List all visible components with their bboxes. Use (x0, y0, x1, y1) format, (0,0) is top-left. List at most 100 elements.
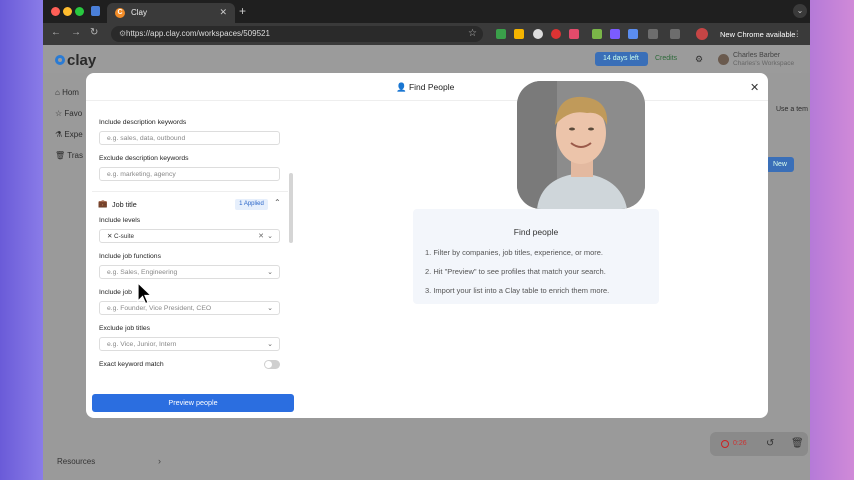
include-job-titles-select[interactable]: e.g. Founder, Vice President, CEO ⌄ (99, 301, 280, 315)
new-button[interactable]: New (766, 157, 794, 172)
new-tab-button[interactable]: + (239, 4, 246, 18)
more-menu-icon[interactable]: ⋮ (794, 29, 802, 38)
back-arrow-icon[interactable]: ← (51, 27, 61, 38)
extension-sheets-icon[interactable] (496, 29, 506, 39)
close-icon[interactable]: ✕ (750, 81, 759, 94)
modal-title-text: Find People (408, 82, 455, 92)
profile-avatar-icon[interactable] (696, 28, 708, 40)
flask-icon: ⚗ (55, 130, 63, 139)
include-job-functions-select[interactable]: e.g. Sales, Engineering ⌄ (99, 265, 280, 279)
chevron-right-icon[interactable]: › (158, 456, 161, 466)
sidebar-item-trash[interactable]: 🗑 Tras (55, 151, 83, 160)
credits-label: Credits (655, 55, 678, 62)
extension-purple-icon[interactable] (610, 29, 620, 39)
recording-time: 0:26 (733, 440, 747, 447)
app-header: clay 14 days left Credits ⚙ Charles Barb… (43, 45, 810, 73)
clear-icon[interactable]: ✕ (258, 232, 264, 240)
sidebar-toggle-icon[interactable] (670, 29, 680, 39)
exclude-description-label: Exclude description keywords (99, 155, 189, 162)
sidebar-item-favorites[interactable]: ☆ Favo (55, 109, 82, 118)
applied-badge: 1 Applied (235, 199, 268, 210)
user-name: Charles Barber (733, 52, 781, 59)
level-tag-label: C-suite (114, 233, 134, 240)
remove-tag-icon[interactable]: ✕ (107, 233, 112, 240)
credits-button[interactable]: Credits (655, 55, 677, 62)
user-avatar[interactable] (718, 54, 729, 65)
extension-pink-icon[interactable] (569, 29, 579, 39)
chrome-update-button[interactable]: New Chrome available ⋮ (713, 27, 803, 41)
mouse-cursor-icon (137, 281, 153, 311)
recording-controls: 0:26 ↺ 🗑 (710, 432, 808, 456)
extension-green-icon[interactable] (592, 29, 602, 39)
settings-gear-icon[interactable]: ⚙ (695, 54, 703, 65)
exact-keyword-match-toggle[interactable] (264, 360, 280, 369)
briefcase-icon: 💼 (98, 199, 108, 208)
instructions-title: Find people (513, 227, 559, 237)
section-divider (92, 191, 288, 192)
clay-logo-icon (55, 55, 65, 65)
tab-search-chevron-icon[interactable]: ⌄ (793, 4, 807, 18)
tab-strip: C Clay ✕ + ⌄ (43, 0, 810, 23)
resources-link[interactable]: Resources (57, 457, 95, 466)
maximize-window-button[interactable] (75, 7, 84, 16)
instructions-card: Find people 1. Filter by companies, job … (413, 209, 659, 304)
level-tag[interactable]: ✕ C-suite (107, 233, 134, 240)
include-description-input[interactable]: e.g. sales, data, outbound (99, 131, 280, 145)
sidebar-item-label: Tras (67, 151, 83, 160)
chevron-down-icon[interactable]: ⌄ (267, 304, 273, 312)
exclude-job-titles-placeholder: e.g. Vice, Junior, Intern (107, 341, 177, 348)
trial-badge[interactable]: 14 days left (595, 52, 648, 66)
exclude-description-placeholder: e.g. marketing, agency (107, 171, 176, 178)
find-people-modal: 👤 Find People ✕ Include description keyw… (86, 73, 768, 418)
restart-icon[interactable]: ↺ (766, 438, 774, 449)
include-levels-select[interactable]: ✕ C-suite ✕ ⌄ (99, 229, 280, 243)
job-title-section-label: Job title (112, 200, 137, 209)
delete-icon[interactable]: 🗑 (791, 438, 804, 449)
stop-recording-icon[interactable] (721, 440, 729, 448)
exclude-job-titles-select[interactable]: e.g. Vice, Junior, Intern ⌄ (99, 337, 280, 351)
user-workspace: Charles's Workspace (733, 60, 795, 67)
instruction-step: 2. Hit "Preview" to see profiles that ma… (425, 267, 606, 276)
chevron-down-icon[interactable]: ⌄ (267, 268, 273, 276)
instruction-step: 3. Import your list into a Clay table to… (425, 286, 610, 295)
minimize-window-button[interactable] (63, 7, 72, 16)
bookmark-star-icon[interactable]: ☆ (468, 28, 477, 39)
home-icon: ⌂ (55, 88, 60, 97)
close-window-button[interactable] (51, 7, 60, 16)
filters-scrollbar[interactable] (289, 173, 293, 243)
include-description-placeholder: e.g. sales, data, outbound (107, 135, 186, 142)
clay-logo[interactable]: clay (55, 52, 96, 69)
include-levels-label: Include levels (99, 217, 141, 224)
include-description-label: Include description keywords (99, 119, 187, 126)
extension-record-icon[interactable] (551, 29, 561, 39)
chevron-up-icon[interactable]: ⌃ (274, 198, 281, 207)
sidebar-item-home[interactable]: ⌂ Hom (55, 88, 79, 97)
reload-icon[interactable]: ↻ (90, 27, 98, 38)
sidebar-item-label: Favo (64, 109, 83, 118)
sidebar-item-experiments[interactable]: ⚗ Expe (55, 130, 83, 139)
include-job-titles-placeholder: e.g. Founder, Vice President, CEO (107, 305, 212, 312)
include-job-functions-placeholder: e.g. Sales, Engineering (107, 269, 178, 276)
extension-blue-icon[interactable] (628, 29, 638, 39)
chevron-down-icon[interactable]: ⌄ (267, 340, 273, 348)
tab-close-icon[interactable]: ✕ (219, 7, 227, 18)
address-bar[interactable]: ⚙ https://app.clay.com/workspaces/509521 (111, 26, 483, 42)
url-text: https://app.clay.com/workspaces/509521 (126, 29, 270, 38)
preview-people-button[interactable]: Preview people (92, 394, 294, 412)
filters-panel: Include description keywords e.g. sales,… (92, 101, 288, 389)
extension-puzzle-icon[interactable] (648, 29, 658, 39)
tab-title: Clay (131, 8, 148, 17)
browser-toolbar: ← → ↻ ⚙ https://app.clay.com/workspaces/… (43, 23, 810, 45)
tab-clay[interactable]: C Clay ✕ (107, 3, 235, 23)
tab-group-icon[interactable] (91, 6, 100, 16)
clay-app: clay 14 days left Credits ⚙ Charles Barb… (43, 45, 810, 480)
chevron-down-icon[interactable]: ⌄ (267, 232, 273, 240)
use-template-link[interactable]: Use a tem (776, 106, 808, 113)
browser-window: C Clay ✕ + ⌄ ← → ↻ ⚙ https://app.clay.co… (43, 0, 810, 480)
extension-ghost-icon[interactable] (533, 29, 543, 39)
modal-title: 👤 Find People (396, 82, 454, 93)
extension-drive-icon[interactable] (514, 29, 524, 39)
exclude-description-input[interactable]: e.g. marketing, agency (99, 167, 280, 181)
webcam-overlay (517, 81, 645, 209)
forward-arrow-icon[interactable]: → (71, 27, 81, 38)
